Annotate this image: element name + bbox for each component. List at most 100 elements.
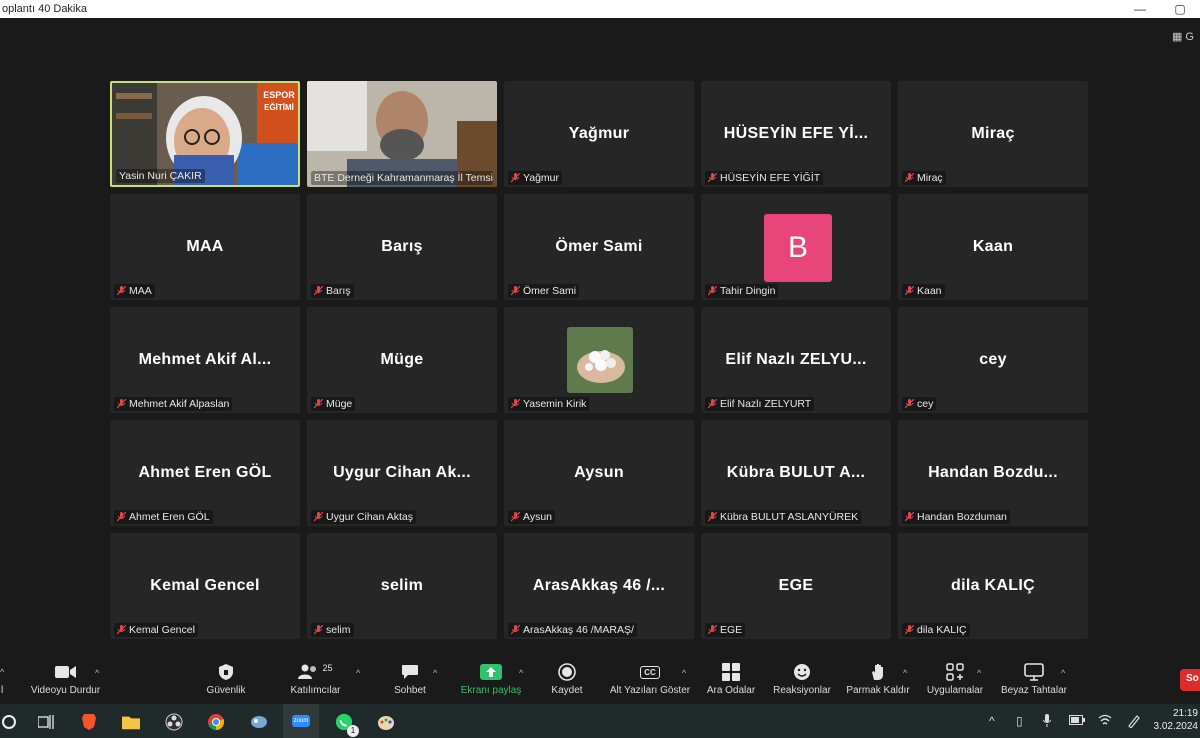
participant-name-label: Müge	[311, 397, 356, 411]
chat-button[interactable]: Sohbet	[392, 662, 428, 696]
reactions-button[interactable]: Reaksiyonlar	[772, 662, 832, 696]
mic-muted-icon	[510, 172, 521, 183]
participant-tile[interactable]: Mehmet Akif Al... Mehmet Akif Alpaslan	[110, 307, 300, 413]
show-captions-button[interactable]: cc Alt Yazıları Göster	[608, 662, 692, 696]
share-screen-button[interactable]: Ekranı paylaş	[459, 662, 523, 696]
mic-muted-icon	[116, 285, 127, 296]
participant-tile[interactable]: selim selim	[307, 533, 497, 639]
whiteboard-chevron-icon[interactable]: ^	[1061, 668, 1065, 678]
participant-tile[interactable]: Elif Nazlı ZELYU... Elif Nazlı ZELYURT	[701, 307, 891, 413]
app-icon[interactable]	[250, 713, 268, 731]
participant-tile[interactable]: B Tahir Dingin	[701, 194, 891, 300]
participant-tile[interactable]: BTE Derneği Kahramanmaraş İl Temsil...	[307, 81, 497, 187]
wifi-icon[interactable]	[1098, 714, 1112, 729]
obs-icon[interactable]	[165, 713, 183, 731]
mic-muted-icon	[313, 398, 324, 409]
participant-tile[interactable]: HÜSEYİN EFE Yİ... HÜSEYİN EFE YİĞİT	[701, 81, 891, 187]
chat-bubble-icon	[401, 662, 419, 682]
gallery-view-icon[interactable]: ▦ G	[1172, 30, 1194, 43]
participants-button[interactable]: 25 Katılımcılar	[288, 662, 343, 696]
security-button[interactable]: Güvenlik	[204, 662, 248, 696]
participant-name-label: Miraç	[902, 171, 946, 185]
participant-name: Ahmet Eren GÖL	[129, 511, 210, 523]
participant-name: ArasAkkaş 46 /MARAŞ/	[523, 624, 634, 636]
file-explorer-icon[interactable]	[122, 713, 140, 731]
participant-tile[interactable]: ESPOR EĞİTİMİ Yasin Nuri ÇAKIR	[110, 81, 300, 187]
mic-muted-icon	[707, 285, 718, 296]
participant-tile[interactable]: MAA MAA	[110, 194, 300, 300]
participant-name: Yasin Nuri ÇAKIR	[119, 170, 202, 182]
chrome-icon[interactable]	[207, 713, 225, 731]
participant-tile[interactable]: Handan Bozdu... Handan Bozduman	[898, 420, 1088, 526]
window-titlebar: oplantı 40 Dakika — ▢	[0, 0, 1200, 18]
participant-name-label: cey	[902, 397, 937, 411]
participant-name-label: MAA	[114, 284, 155, 298]
shield-icon	[218, 662, 234, 682]
participant-name-label: Kemal Gencel	[114, 623, 198, 637]
participant-name-label: Ahmet Eren GÖL	[114, 510, 213, 524]
maximize-button[interactable]: ▢	[1160, 0, 1200, 18]
participant-tile[interactable]: dila KALIÇ dila KALIÇ	[898, 533, 1088, 639]
captions-chevron-icon[interactable]: ^	[682, 668, 686, 678]
end-meeting-button[interactable]: So	[1180, 669, 1200, 691]
participant-tile[interactable]: Kaan Kaan	[898, 194, 1088, 300]
hand-icon	[870, 662, 886, 682]
brave-browser-icon[interactable]	[80, 713, 98, 731]
participant-tile[interactable]: ArasAkkaş 46 /... ArasAkkaş 46 /MARAŞ/	[504, 533, 694, 639]
battery-icon	[1069, 714, 1085, 728]
mic-muted-icon	[707, 511, 718, 522]
participant-tile[interactable]: Ömer Sami Ömer Sami	[504, 194, 694, 300]
participant-tile[interactable]: Ahmet Eren GÖL Ahmet Eren GÖL	[110, 420, 300, 526]
avatar: B	[764, 214, 832, 282]
system-clock[interactable]: 21:19 3.02.2024	[1154, 707, 1199, 733]
participant-tile[interactable]: Miraç Miraç	[898, 81, 1088, 187]
share-chevron-icon[interactable]: ^	[519, 668, 523, 678]
whatsapp-icon[interactable]: 1	[335, 713, 359, 737]
paint-icon[interactable]	[377, 713, 395, 731]
participant-tile[interactable]: Barış Barış	[307, 194, 497, 300]
video-options-chevron-icon[interactable]: ^	[95, 668, 99, 678]
chevron-up-icon[interactable]: ^	[989, 714, 995, 728]
participant-tile[interactable]: Yasemin Kirik	[504, 307, 694, 413]
search-icon[interactable]	[0, 713, 18, 731]
mic-muted-icon	[510, 398, 521, 409]
stop-video-button[interactable]: Videoyu Durdur	[28, 662, 103, 696]
minimize-button[interactable]: —	[1120, 0, 1160, 18]
mic-muted-icon	[707, 398, 718, 409]
participant-tile[interactable]: cey cey	[898, 307, 1088, 413]
task-view-icon[interactable]	[37, 713, 55, 731]
chat-chevron-icon[interactable]: ^	[433, 668, 437, 678]
svg-text:EĞİTİMİ: EĞİTİMİ	[264, 103, 294, 112]
raise-hand-chevron-icon[interactable]: ^	[903, 668, 907, 678]
participant-photo	[567, 327, 633, 393]
participant-name-label: Ömer Sami	[508, 284, 580, 298]
participant-name: Aysun	[523, 511, 552, 523]
participant-tile[interactable]: Uygur Cihan Ak... Uygur Cihan Aktaş	[307, 420, 497, 526]
participant-name: Uygur Cihan Aktaş	[326, 511, 413, 523]
participant-name: HÜSEYİN EFE YİĞİT	[720, 172, 821, 184]
record-button[interactable]: Kaydet	[549, 662, 585, 696]
device-icon[interactable]: ▯	[1016, 714, 1023, 728]
microphone-icon[interactable]	[1042, 714, 1052, 730]
mic-muted-icon	[707, 624, 718, 635]
smiley-icon	[793, 662, 811, 682]
participant-tile[interactable]: Kübra BULUT A... Kübra BULUT ASLANYÜREK	[701, 420, 891, 526]
participant-name-label: Yasemin Kirik	[508, 397, 590, 411]
participant-name-label: Handan Bozduman	[902, 510, 1010, 524]
audio-button[interactable]: ^ l	[0, 662, 4, 696]
participant-name-label: selim	[311, 623, 354, 637]
raise-hand-button[interactable]: Parmak Kaldır	[846, 662, 910, 696]
zoom-app-icon[interactable]: zoom	[283, 704, 319, 738]
whiteboards-button[interactable]: Beyaz Tahtalar	[999, 662, 1069, 696]
participant-tile[interactable]: Aysun Aysun	[504, 420, 694, 526]
participants-chevron-icon[interactable]: ^	[356, 668, 360, 678]
participant-tile[interactable]: EGE EGE	[701, 533, 891, 639]
participant-name-label: Elif Nazlı ZELYURT	[705, 397, 815, 411]
participant-tile[interactable]: Müge Müge	[307, 307, 497, 413]
chevron-up-icon[interactable]: ^	[0, 667, 4, 677]
apps-chevron-icon[interactable]: ^	[977, 668, 981, 678]
participant-tile[interactable]: Kemal Gencel Kemal Gencel	[110, 533, 300, 639]
pen-icon[interactable]	[1127, 714, 1141, 731]
participant-tile[interactable]: Yağmur Yağmur	[504, 81, 694, 187]
breakout-rooms-button[interactable]: Ara Odalar	[705, 662, 757, 696]
